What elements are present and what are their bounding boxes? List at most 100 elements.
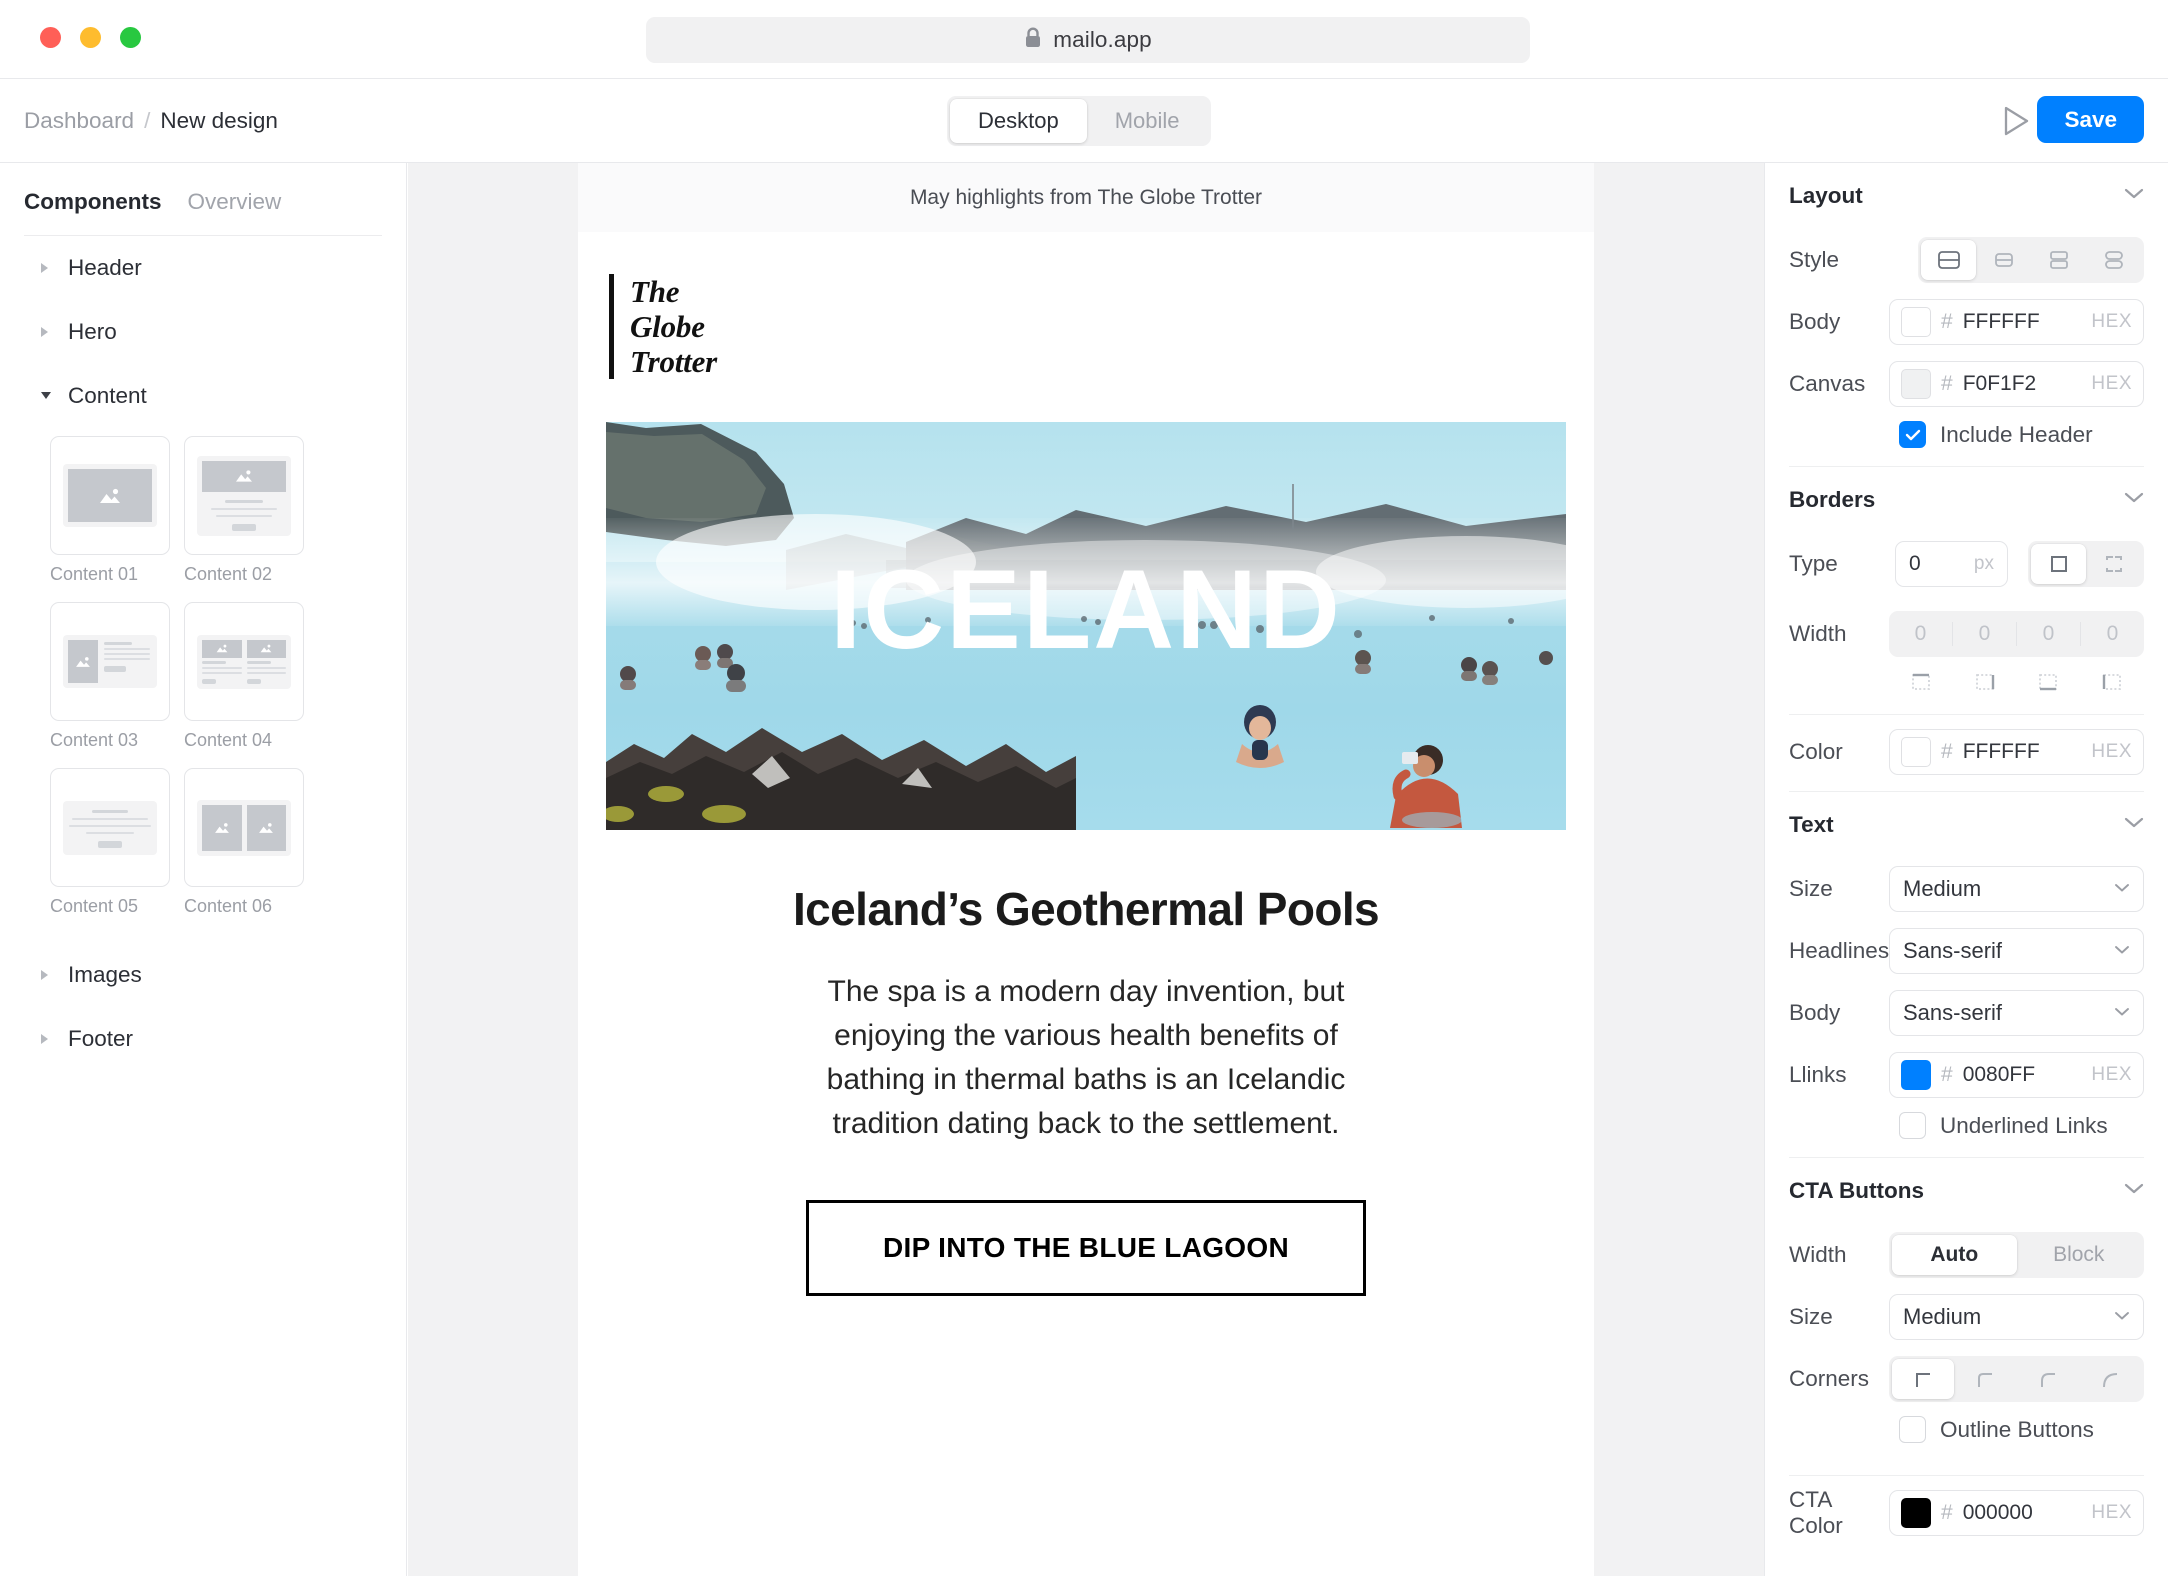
thumbnail-cell: Content 05 bbox=[50, 768, 170, 917]
chevron-right-icon bbox=[40, 262, 52, 274]
address-bar[interactable]: mailo.app bbox=[646, 17, 1530, 63]
preview-play-button[interactable] bbox=[1999, 105, 2033, 139]
hex-hash: # bbox=[1941, 1501, 1953, 1524]
cta-inner-divider bbox=[1789, 1475, 2144, 1476]
row-layout-body-color: Body # FFFFFF HEX bbox=[1789, 291, 2144, 353]
component-thumbnail-content-03[interactable] bbox=[50, 602, 170, 721]
chevron-down-icon[interactable] bbox=[2124, 816, 2144, 834]
border-type-option-frame[interactable] bbox=[2086, 544, 2141, 584]
save-button[interactable]: Save bbox=[2037, 96, 2144, 143]
component-thumbnail-content-05[interactable] bbox=[50, 768, 170, 887]
hex-value: F0F1F2 bbox=[1962, 372, 2037, 395]
hex-value: 000000 bbox=[1962, 1501, 2033, 1524]
color-swatch[interactable] bbox=[1901, 307, 1931, 337]
component-thumbnail-content-04[interactable] bbox=[184, 602, 304, 721]
text-size-select[interactable]: Medium bbox=[1889, 866, 2144, 912]
border-type-value-input[interactable]: 0 px bbox=[1895, 541, 2008, 587]
corner-square-icon[interactable] bbox=[1892, 1359, 1955, 1399]
row-text-body: Body Sans-serif bbox=[1789, 982, 2144, 1044]
chevron-down-icon[interactable] bbox=[2124, 1182, 2144, 1200]
color-swatch[interactable] bbox=[1901, 369, 1931, 399]
color-swatch[interactable] bbox=[1901, 1060, 1931, 1090]
layout-style-option-stack-two[interactable] bbox=[2031, 240, 2086, 280]
cta-width-block[interactable]: Block bbox=[2017, 1235, 2142, 1275]
border-top-icon[interactable] bbox=[1889, 664, 1953, 700]
chevron-down-icon bbox=[2114, 1004, 2130, 1022]
border-width-right-input[interactable]: 0 bbox=[1953, 622, 2017, 646]
corner-small-icon[interactable] bbox=[1954, 1359, 2016, 1399]
color-swatch[interactable] bbox=[1901, 737, 1931, 767]
sidebar-item-content[interactable]: Content bbox=[24, 364, 382, 428]
text-placeholder-bar bbox=[246, 666, 286, 669]
text-placeholder-bar bbox=[202, 660, 226, 664]
outline-buttons-checkbox[interactable] bbox=[1899, 1416, 1926, 1443]
email-document: May highlights from The Globe Trotter Th… bbox=[578, 163, 1594, 1576]
tab-desktop[interactable]: Desktop bbox=[950, 99, 1087, 143]
component-thumbnail-content-01[interactable] bbox=[50, 436, 170, 555]
minimize-window-button[interactable] bbox=[80, 27, 101, 48]
layout-style-option-split-small[interactable] bbox=[1976, 240, 2031, 280]
hex-unit-label: HEX bbox=[2091, 311, 2132, 332]
canvas-color-field[interactable]: # F0F1F2 HEX bbox=[1889, 361, 2144, 407]
border-width-left-input[interactable]: 0 bbox=[2081, 622, 2144, 646]
section-layout-header[interactable]: Layout bbox=[1789, 163, 2144, 229]
sidebar-item-hero[interactable]: Hero bbox=[24, 300, 382, 364]
cta-color-field[interactable]: # 000000 HEX bbox=[1889, 1490, 2144, 1536]
maximize-window-button[interactable] bbox=[120, 27, 141, 48]
chevron-right-icon bbox=[40, 969, 52, 981]
color-swatch[interactable] bbox=[1901, 1498, 1931, 1528]
chevron-down-icon bbox=[2114, 1308, 2130, 1326]
border-width-top-input[interactable]: 0 bbox=[1889, 622, 1953, 646]
text-placeholder-bar bbox=[104, 648, 150, 650]
section-text-header[interactable]: Text bbox=[1789, 792, 2144, 858]
sidebar-item-images[interactable]: Images bbox=[24, 943, 382, 1007]
chevron-down-icon bbox=[2114, 942, 2130, 960]
chevron-down-icon[interactable] bbox=[2124, 187, 2144, 205]
logo-line-1: The bbox=[630, 274, 680, 309]
section-cta-header[interactable]: CTA Buttons bbox=[1789, 1158, 2144, 1224]
body-font-select[interactable]: Sans-serif bbox=[1889, 990, 2144, 1036]
border-type-option-all[interactable] bbox=[2031, 544, 2086, 584]
cta-size-select[interactable]: Medium bbox=[1889, 1294, 2144, 1340]
breadcrumb-dashboard[interactable]: Dashboard bbox=[24, 108, 134, 134]
section-borders-header[interactable]: Borders bbox=[1789, 467, 2144, 533]
tab-mobile[interactable]: Mobile bbox=[1087, 99, 1208, 143]
corner-medium-icon[interactable] bbox=[2017, 1359, 2079, 1399]
cta-width-auto[interactable]: Auto bbox=[1892, 1235, 2017, 1275]
component-thumbnail-content-02[interactable] bbox=[184, 436, 304, 555]
field-label: Size bbox=[1789, 876, 1833, 901]
field-label: Style bbox=[1789, 247, 1840, 272]
close-window-button[interactable] bbox=[40, 27, 61, 48]
email-canvas[interactable]: May highlights from The Globe Trotter Th… bbox=[408, 163, 1764, 1576]
corner-large-icon[interactable] bbox=[2079, 1359, 2141, 1399]
border-bottom-icon[interactable] bbox=[2017, 664, 2081, 700]
layout-style-option-split-large[interactable] bbox=[1921, 240, 1976, 280]
cta-button[interactable]: DIP INTO THE BLUE LAGOON bbox=[806, 1200, 1366, 1297]
sidebar-item-footer[interactable]: Footer bbox=[24, 1007, 382, 1071]
border-width-bottom-input[interactable]: 0 bbox=[2017, 622, 2081, 646]
layout-style-option-stack-pill[interactable] bbox=[2086, 240, 2141, 280]
component-thumbnail-content-06[interactable] bbox=[184, 768, 304, 887]
browser-chrome: mailo.app bbox=[0, 0, 2168, 79]
image-placeholder-icon bbox=[202, 804, 242, 851]
chevron-down-icon[interactable] bbox=[2124, 491, 2144, 509]
include-header-checkbox[interactable] bbox=[1899, 421, 1926, 448]
thumbnail-cell: Content 04 bbox=[184, 602, 304, 751]
headlines-font-select[interactable]: Sans-serif bbox=[1889, 928, 2144, 974]
row-text-headlines: Headlines Sans-serif bbox=[1789, 920, 2144, 982]
border-right-icon[interactable] bbox=[1953, 664, 2017, 700]
underlined-links-checkbox[interactable] bbox=[1899, 1112, 1926, 1139]
tab-components[interactable]: Components bbox=[24, 189, 162, 215]
row-border-width: Width 0 0 0 0 bbox=[1789, 595, 2144, 700]
sidebar-item-header[interactable]: Header bbox=[24, 236, 382, 300]
row-layout-style: Style bbox=[1789, 229, 2144, 291]
body-color-field[interactable]: # FFFFFF HEX bbox=[1889, 299, 2144, 345]
border-color-field[interactable]: # FFFFFF HEX bbox=[1889, 729, 2144, 775]
links-color-field[interactable]: # 0080FF HEX bbox=[1889, 1052, 2144, 1098]
tab-overview[interactable]: Overview bbox=[188, 189, 282, 215]
hero-image[interactable]: ICELAND bbox=[606, 422, 1566, 831]
border-type-segmented bbox=[2028, 541, 2144, 587]
select-value: Medium bbox=[1903, 1304, 1982, 1329]
image-placeholder-icon bbox=[202, 639, 242, 658]
border-left-icon[interactable] bbox=[2080, 664, 2144, 700]
